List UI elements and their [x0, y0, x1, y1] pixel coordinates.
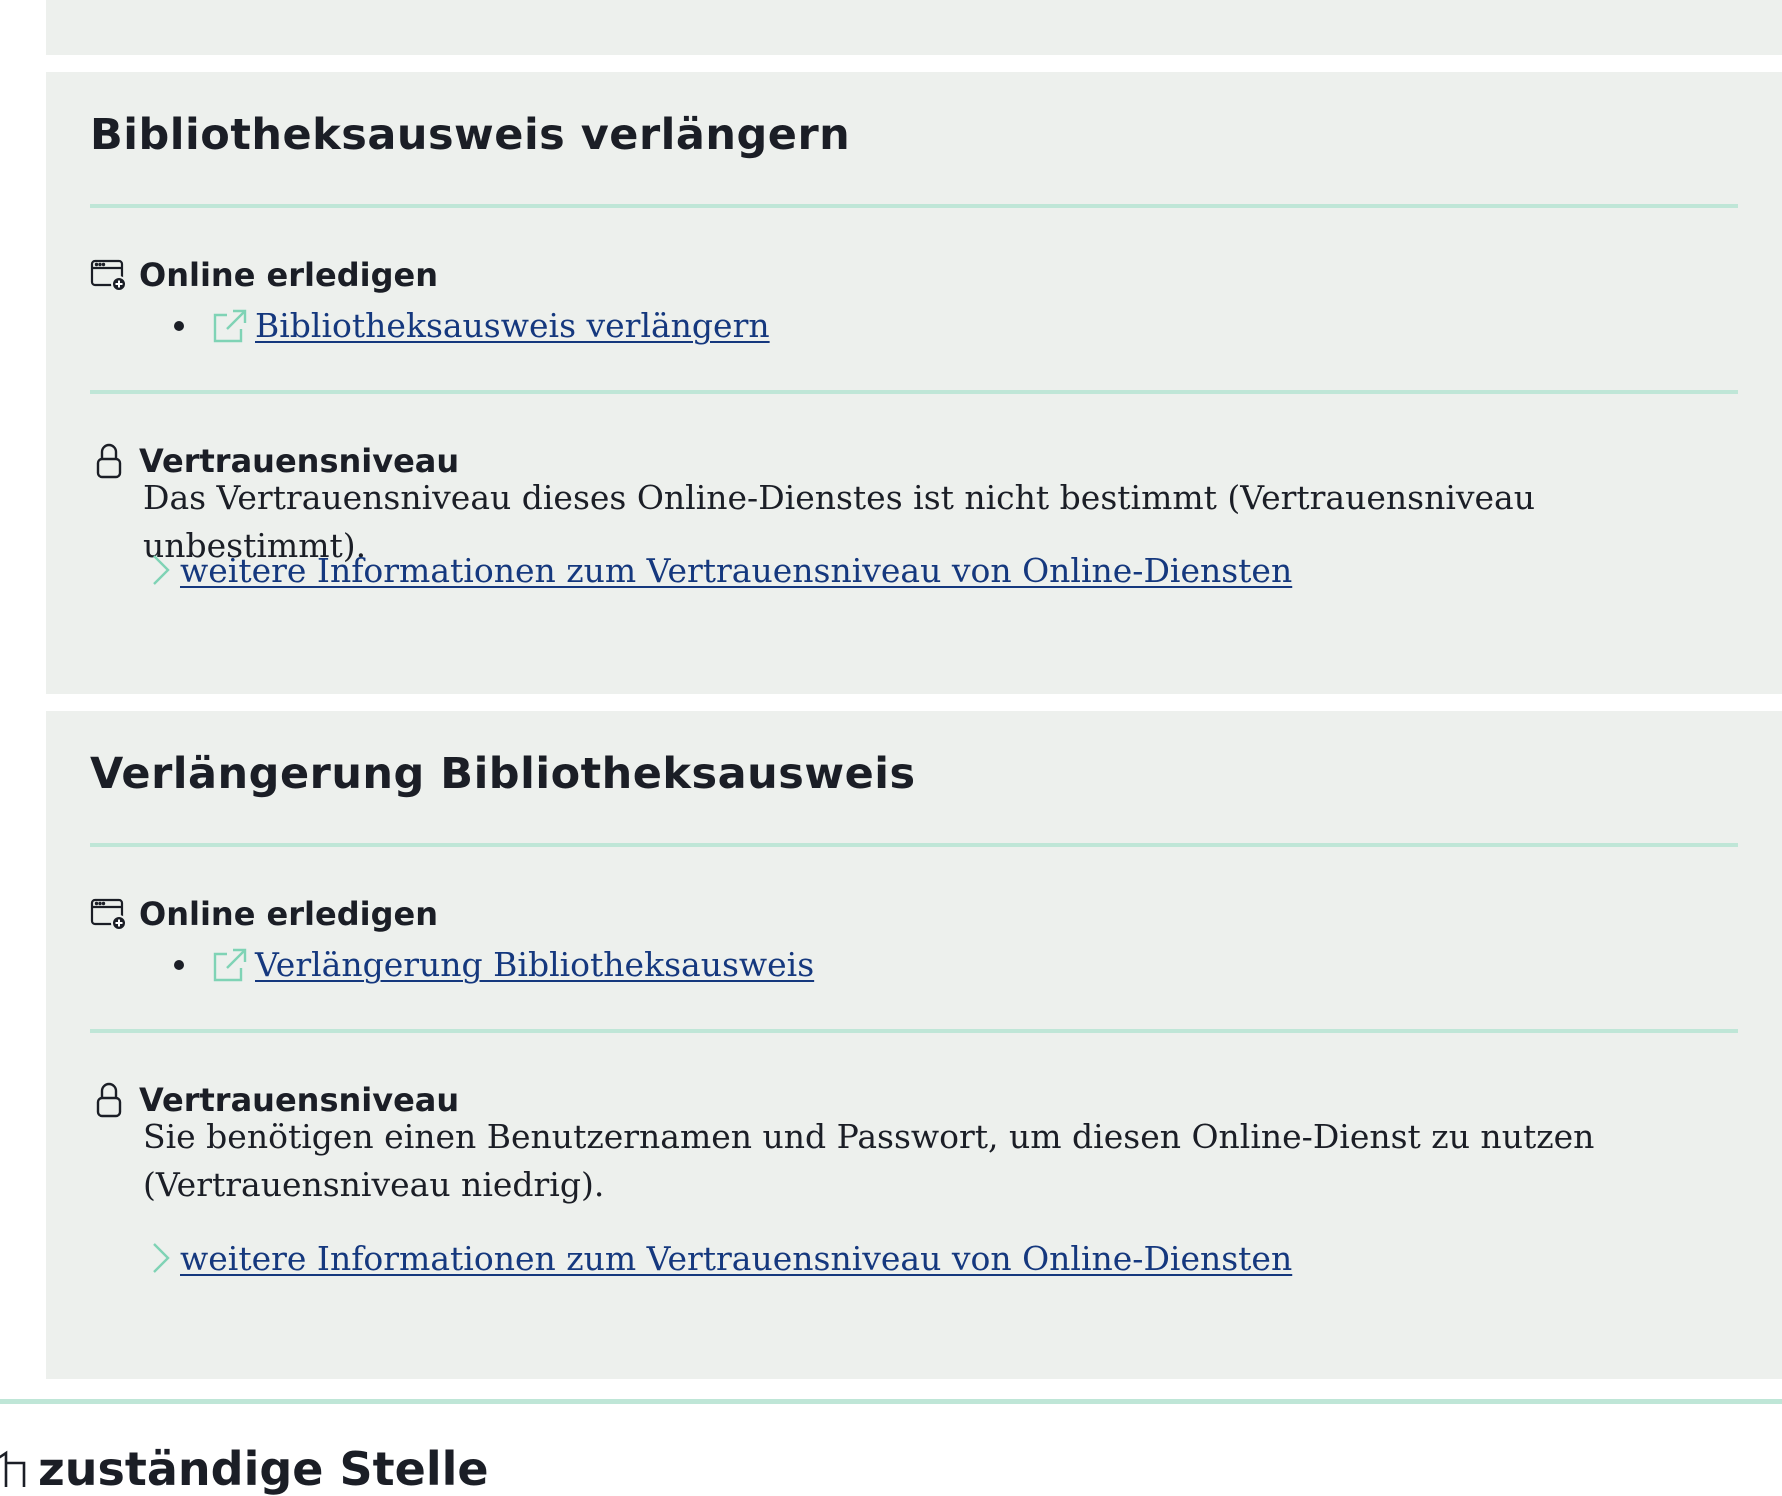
- divider: [90, 390, 1738, 394]
- online-label: Online erledigen: [139, 895, 438, 933]
- service-card-2: Verlängerung Bibliotheksausweis Online e…: [46, 711, 1782, 1379]
- previous-card: [46, 0, 1782, 55]
- online-label: Online erledigen: [139, 256, 438, 294]
- online-service-link[interactable]: Bibliotheksausweis verlängern: [255, 306, 770, 345]
- next-section-heading: zuständige Stelle: [0, 1442, 489, 1496]
- divider: [90, 843, 1738, 847]
- service-card-1: Bibliotheksausweis verlängern Online erl…: [46, 72, 1782, 694]
- list-item: Bibliotheksausweis verlängern: [174, 306, 770, 345]
- building-icon: [0, 1449, 30, 1489]
- more-info-row: weitere Informationen zum Vertrauensnive…: [146, 550, 1292, 590]
- trust-description: Sie benötigen einen Benutzernamen und Pa…: [143, 1117, 1595, 1204]
- more-info-link[interactable]: weitere Informationen zum Vertrauensnive…: [180, 1239, 1292, 1278]
- section-divider: [0, 1399, 1782, 1404]
- external-link-icon: [211, 946, 249, 984]
- divider: [90, 1029, 1738, 1033]
- online-service-link[interactable]: Verlängerung Bibliotheksausweis: [255, 945, 814, 984]
- online-section-heading: Online erledigen: [90, 895, 438, 933]
- more-info-link[interactable]: weitere Informationen zum Vertrauensnive…: [180, 551, 1292, 590]
- service-title: Verlängerung Bibliotheksausweis: [90, 749, 916, 799]
- browser-window-plus-icon: [90, 257, 128, 293]
- service-title: Bibliotheksausweis verlängern: [90, 110, 851, 160]
- online-section-heading: Online erledigen: [90, 256, 438, 294]
- next-section-label: zuständige Stelle: [38, 1442, 489, 1496]
- external-link-icon: [211, 307, 249, 345]
- bullet-dot: [174, 959, 184, 970]
- chevron-right-icon: [146, 1238, 172, 1278]
- list-item: Verlängerung Bibliotheksausweis: [174, 945, 814, 984]
- divider: [90, 204, 1738, 208]
- bullet-dot: [174, 320, 184, 331]
- more-info-row: weitere Informationen zum Vertrauensnive…: [146, 1238, 1292, 1278]
- lock-icon: [90, 1082, 128, 1118]
- lock-icon: [90, 443, 128, 479]
- browser-window-plus-icon: [90, 896, 128, 932]
- chevron-right-icon: [146, 550, 172, 590]
